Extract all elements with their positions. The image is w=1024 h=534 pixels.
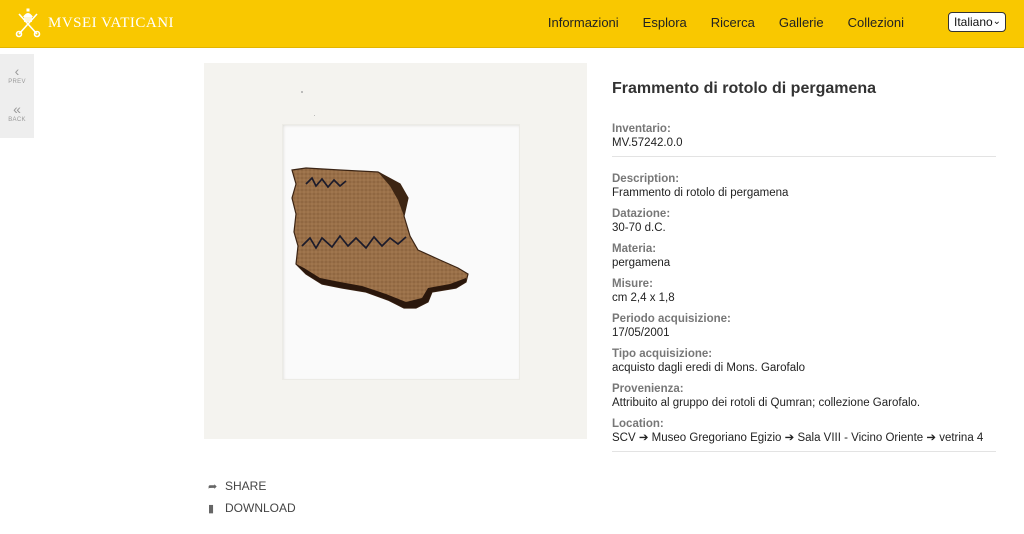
field-value: Attribuito al gruppo dei rotoli di Qumra…	[612, 397, 921, 409]
field-value: MV.57242.0.0	[612, 137, 683, 149]
nav-item-collezioni[interactable]: Collezioni	[848, 15, 904, 30]
field-datazione: Datazione: 30-70 d.C.	[612, 207, 996, 235]
field-value: SCV ➔ Museo Gregoriano Egizio ➔ Sala VII…	[612, 432, 984, 444]
field-description: Description: Frammento di rotolo di perg…	[612, 172, 996, 200]
share-button[interactable]: ➦ SHARE	[208, 478, 296, 494]
field-label: Description:	[612, 173, 680, 185]
artwork-image[interactable]	[204, 63, 587, 439]
mat-speck	[301, 91, 303, 93]
artwork-title: Frammento di rotolo di pergamena	[612, 80, 877, 97]
mat-speck	[314, 115, 315, 116]
field-value: Frammento di rotolo di pergamena	[612, 187, 789, 199]
nav-item-ricerca[interactable]: Ricerca	[711, 15, 755, 30]
language-value: Italiano	[954, 15, 993, 29]
field-value: pergamena	[612, 257, 671, 269]
artwork-details: Frammento di rotolo di pergamena Inventa…	[612, 80, 996, 459]
papal-keys-icon	[15, 8, 41, 38]
field-label: Inventario:	[612, 123, 671, 135]
field-label: Materia:	[612, 243, 657, 255]
language-select[interactable]: Italiano ⌄	[948, 12, 1006, 32]
field-tipo-acquisizione: Tipo acquisizione: acquisto dagli eredi …	[612, 347, 996, 375]
field-label: Periodo acquisizione:	[612, 313, 731, 325]
main-nav: Informazioni Esplora Ricerca Gallerie Co…	[524, 15, 904, 30]
artwork-actions: ➦ SHARE ▮ DOWNLOAD	[208, 478, 296, 522]
nav-item-informazioni[interactable]: Informazioni	[548, 15, 619, 30]
field-misure: Misure: cm 2,4 x 1,8	[612, 277, 996, 305]
field-inventario: Inventario: MV.57242.0.0	[612, 122, 996, 157]
back-button[interactable]: « BACK	[0, 102, 34, 123]
field-label: Misure:	[612, 278, 653, 290]
document-icon: ▮	[208, 502, 215, 515]
back-label: BACK	[8, 117, 26, 123]
museum-logo[interactable]: MVSEI VATICANI	[14, 8, 174, 38]
field-materia: Materia: pergamena	[612, 242, 996, 270]
download-label: DOWNLOAD	[225, 501, 296, 515]
field-label: Datazione:	[612, 208, 671, 220]
prev-label: PREV	[8, 79, 26, 85]
prev-button[interactable]: ‹ PREV	[0, 64, 34, 85]
field-label: Tipo acquisizione:	[612, 348, 713, 360]
field-label: Provenienza:	[612, 383, 684, 395]
field-value: 17/05/2001	[612, 327, 670, 339]
mat-window	[282, 124, 520, 380]
nav-item-gallerie[interactable]: Gallerie	[779, 15, 824, 30]
parchment-fragment-picture	[291, 167, 469, 309]
field-value: cm 2,4 x 1,8	[612, 292, 675, 304]
logo-text: MVSEI VATICANI	[48, 14, 175, 31]
chevron-left-icon: ‹	[14, 63, 20, 79]
field-provenienza: Provenienza: Attribuito al gruppo dei ro…	[612, 382, 996, 410]
top-navigation-bar: MVSEI VATICANI Informazioni Esplora Rice…	[0, 0, 1024, 48]
double-chevron-left-icon: «	[13, 101, 21, 117]
share-icon: ➦	[208, 480, 218, 493]
field-value: acquisto dagli eredi di Mons. Garofalo	[612, 362, 806, 374]
field-location: Location: SCV ➔ Museo Gregoriano Egizio …	[612, 417, 996, 452]
chevron-down-icon: ⌄	[992, 16, 1001, 27]
field-value: 30-70 d.C.	[612, 222, 666, 234]
nav-item-esplora[interactable]: Esplora	[643, 15, 687, 30]
share-label: SHARE	[225, 479, 267, 493]
field-label: Location:	[612, 418, 664, 430]
side-navigation: ‹ PREV « BACK	[0, 54, 34, 138]
field-periodo-acquisizione: Periodo acquisizione: 17/05/2001	[612, 312, 996, 340]
download-button[interactable]: ▮ DOWNLOAD	[208, 500, 296, 516]
